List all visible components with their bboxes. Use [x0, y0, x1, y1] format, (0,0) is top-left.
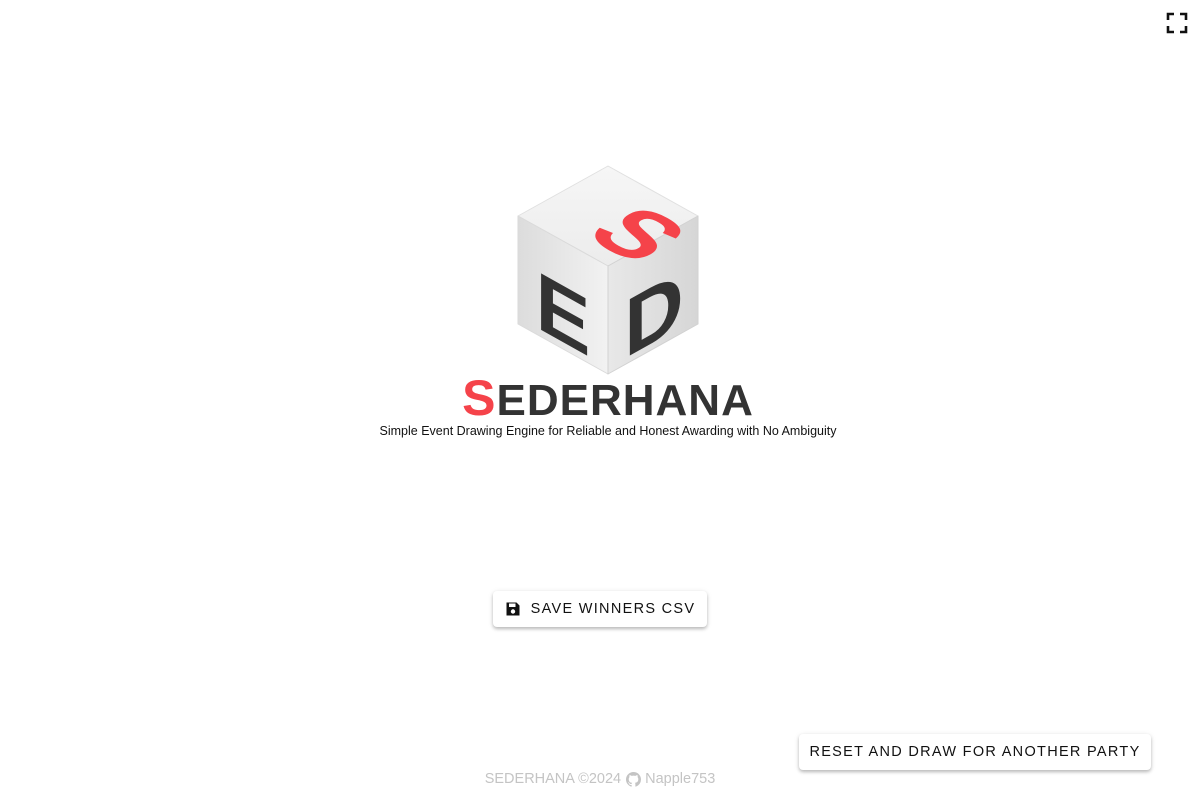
save-winners-csv-button[interactable]: SAVE WINNERS CSV — [493, 591, 707, 627]
floppy-disk-icon — [505, 601, 521, 617]
dice-cube-logo: S E D — [508, 160, 712, 380]
github-icon — [626, 771, 642, 787]
fullscreen-icon — [1166, 12, 1188, 34]
wordmark-initial: S — [462, 370, 497, 426]
app-tagline: Simple Event Drawing Engine for Reliable… — [379, 424, 837, 438]
footer: SEDERHANA ©2024 Napple753 — [400, 771, 800, 787]
fullscreen-button[interactable] — [1164, 10, 1190, 36]
reset-draw-button[interactable]: RESET AND DRAW FOR ANOTHER PARTY — [799, 734, 1151, 770]
app-wordmark: SEDERHANA — [400, 370, 816, 429]
save-winners-csv-label: SAVE WINNERS CSV — [530, 601, 696, 617]
footer-author-link[interactable]: Napple753 — [645, 771, 715, 787]
reset-draw-label: RESET AND DRAW FOR ANOTHER PARTY — [809, 744, 1141, 760]
footer-copyright: SEDERHANA ©2024 — [484, 771, 622, 787]
wordmark-rest: EDERHANA — [496, 376, 754, 425]
